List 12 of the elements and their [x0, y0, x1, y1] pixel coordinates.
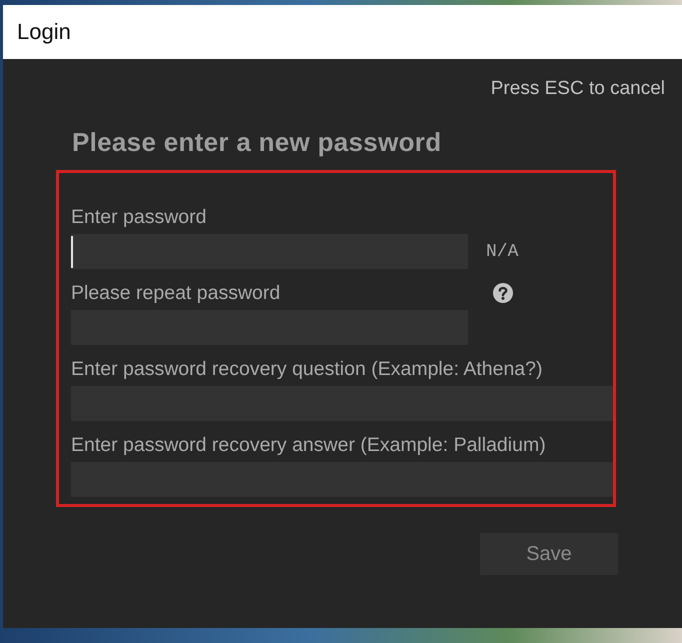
- password-strength: N/A: [486, 240, 518, 262]
- field-label: Enter password recovery answer (Example: Palladium): [71, 434, 546, 456]
- help-icon[interactable]: [493, 283, 513, 303]
- cancel-hint: Press ESC to cancel: [490, 79, 665, 99]
- field-label: Please repeat password: [71, 282, 280, 304]
- form-heading: Please enter a new password: [72, 128, 442, 156]
- input-field[interactable]: [71, 386, 613, 421]
- field-label: Enter password: [71, 206, 206, 228]
- field-label: Enter password recovery question (Example: Athena?): [71, 358, 542, 380]
- input-field[interactable]: [71, 462, 613, 497]
- password-field[interactable]: [71, 234, 468, 269]
- window-title: Login: [17, 19, 71, 45]
